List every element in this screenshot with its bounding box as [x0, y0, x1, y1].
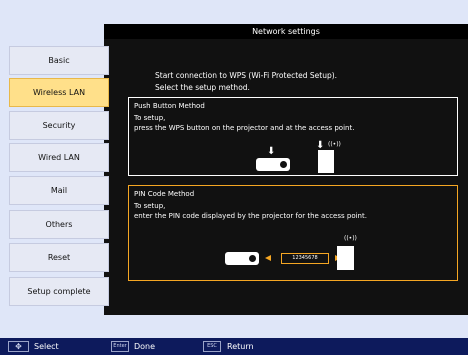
access-point-icon — [337, 246, 354, 270]
bottom-help-bar: ✥ Select Enter Done ESC Return — [0, 338, 468, 355]
access-point-icon — [318, 150, 334, 173]
sidebar-item-wireless-lan[interactable]: Wireless LAN — [9, 78, 109, 107]
pin-code-method-line-2: enter the PIN code displayed by the proj… — [134, 212, 367, 220]
projector-icon — [225, 252, 259, 265]
sidebar-item-basic[interactable]: Basic — [9, 46, 109, 75]
push-button-method-title: Push Button Method — [134, 102, 205, 110]
sidebar-item-security[interactable]: Security — [9, 111, 109, 140]
push-button-method-line-1: To setup, — [134, 114, 166, 122]
done-hint: Done — [134, 342, 156, 351]
wireless-signal-icon: ((•)) — [344, 235, 357, 242]
sidebar-item-mail[interactable]: Mail — [9, 176, 109, 205]
esc-key-icon: ESC — [203, 341, 221, 352]
intro-text: Start connection to WPS (Wi-Fi Protected… — [155, 70, 445, 94]
push-button-method-line-2: press the WPS button on the projector an… — [134, 124, 355, 132]
pin-code-method-option[interactable]: PIN Code Method To setup, enter the PIN … — [128, 185, 458, 281]
sidebar-item-wired-lan[interactable]: Wired LAN — [9, 143, 109, 172]
intro-line-1: Start connection to WPS (Wi-Fi Protected… — [155, 71, 338, 80]
arrow-left-icon — [265, 255, 271, 261]
page-title: Network settings — [104, 24, 468, 39]
select-key-icon: ✥ — [8, 341, 29, 352]
projector-icon — [256, 158, 290, 171]
sidebar-item-setup-complete[interactable]: Setup complete — [9, 277, 109, 306]
pin-code-method-title: PIN Code Method — [134, 190, 195, 198]
pin-code-display: 12345678 — [281, 253, 329, 264]
sidebar-item-reset[interactable]: Reset — [9, 243, 109, 272]
enter-key-icon: Enter — [111, 341, 129, 352]
pin-code-method-line-1: To setup, — [134, 202, 166, 210]
push-button-method-option[interactable]: Push Button Method To setup, press the W… — [128, 97, 458, 176]
select-hint: Select — [34, 342, 59, 351]
wireless-signal-icon: ((•)) — [328, 141, 341, 148]
arrow-down-icon: ⬇ — [267, 146, 276, 157]
intro-line-2: Select the setup method. — [155, 83, 250, 92]
sidebar-item-others[interactable]: Others — [9, 210, 109, 239]
return-hint: Return — [227, 342, 254, 351]
